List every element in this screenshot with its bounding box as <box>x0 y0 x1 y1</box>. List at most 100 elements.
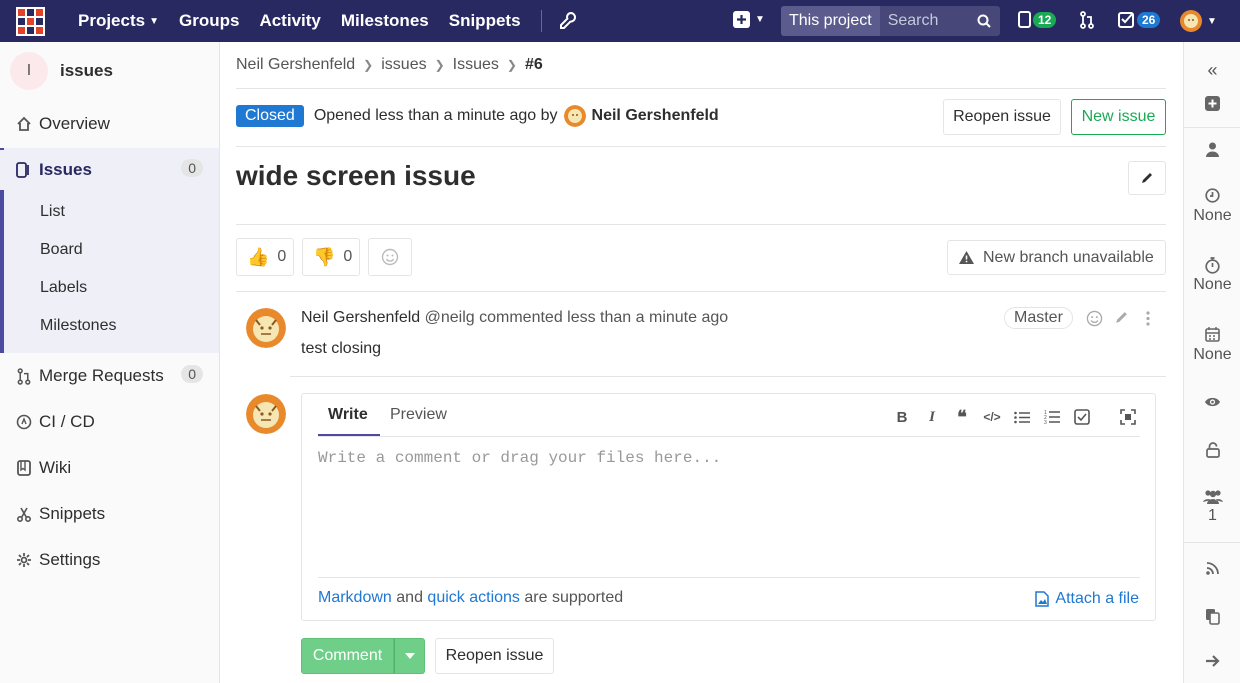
collapse-sidebar-button[interactable]: « <box>1184 60 1240 81</box>
gitlab-logo-icon[interactable] <box>16 7 45 36</box>
bold-icon[interactable]: B <box>892 407 912 427</box>
nav-milestones[interactable]: Milestones <box>341 11 429 31</box>
time-tracking-widget[interactable]: None <box>1184 257 1240 294</box>
breadcrumb-project[interactable]: issues <box>381 56 426 74</box>
opened-text: Opened less than a minute ago by <box>313 107 558 124</box>
move-issue-button[interactable] <box>1184 654 1240 668</box>
pencil-icon[interactable] <box>1114 310 1129 325</box>
labels-widget[interactable] <box>1184 396 1240 408</box>
reopen-issue-bottom-button[interactable]: Reopen issue <box>435 638 554 674</box>
sidebar-item-wiki[interactable]: Wiki <box>0 448 219 488</box>
chevron-right-icon: ❯ <box>506 58 517 72</box>
unlock-icon <box>1205 442 1220 458</box>
nav-projects[interactable]: Projects ▼ <box>78 11 159 31</box>
new-issue-button[interactable]: New issue <box>1071 99 1166 135</box>
sidebar-subitem-labels[interactable]: Labels <box>40 279 87 297</box>
sidebar-item-label: Merge Requests <box>39 366 164 385</box>
nav-merge-requests[interactable] <box>1080 11 1094 29</box>
sidebar-subitem-milestones[interactable]: Milestones <box>40 317 116 335</box>
bullet-list-icon[interactable] <box>1012 407 1032 427</box>
search-scope-badge[interactable]: This project <box>781 6 880 36</box>
numbered-list-icon[interactable]: 123 <box>1042 407 1062 427</box>
sidebar-item-issues[interactable]: Issues 0 <box>0 150 219 190</box>
milestone-widget[interactable]: None <box>1184 188 1240 225</box>
file-image-icon <box>1035 591 1050 607</box>
assignee-icon-button[interactable] <box>1184 142 1240 157</box>
add-todo-button[interactable] <box>1184 96 1240 111</box>
nav-snippets[interactable]: Snippets <box>449 11 521 31</box>
markdown-link[interactable]: Markdown <box>318 589 392 606</box>
eye-icon <box>1205 397 1220 407</box>
fullscreen-icon[interactable] <box>1118 407 1138 427</box>
rocket-icon <box>15 413 33 431</box>
note-body: test closing <box>301 340 382 357</box>
sidebar-item-overview[interactable]: Overview <box>0 104 219 144</box>
code-icon[interactable]: </> <box>982 407 1002 427</box>
quote-icon[interactable]: ❝ <box>952 407 972 427</box>
breadcrumb: Neil Gershenfeld ❯ issues ❯ Issues ❯ #6 <box>236 56 543 74</box>
copy-reference-button[interactable] <box>1184 608 1240 625</box>
new-branch-unavailable-button[interactable]: New branch unavailable <box>947 240 1166 275</box>
sidebar-item-snippets[interactable]: Snippets <box>0 494 219 534</box>
sidebar-item-label: Settings <box>39 550 101 569</box>
attach-file-link[interactable]: Attach a file <box>1035 590 1139 608</box>
search-input[interactable] <box>879 12 970 30</box>
comment-type-dropdown[interactable] <box>394 638 425 674</box>
nav-issues-counter[interactable]: 12 <box>1018 11 1057 28</box>
thumbs-up-award[interactable]: 👍 0 <box>236 238 294 276</box>
users-icon <box>1202 490 1223 504</box>
author-link[interactable]: Neil Gershenfeld <box>592 107 719 125</box>
sidebar-subitem-list[interactable]: List <box>40 203 65 221</box>
nav-activity[interactable]: Activity <box>259 11 320 31</box>
thumbs-down-award[interactable]: 👎 0 <box>302 238 360 276</box>
confidentiality-widget[interactable] <box>1184 442 1240 458</box>
comment-button[interactable]: Comment <box>301 638 394 674</box>
divider <box>236 88 1166 89</box>
new-dropdown[interactable]: ▼ <box>733 11 765 28</box>
divider <box>1184 127 1240 128</box>
nav-groups[interactable]: Groups <box>179 11 239 31</box>
edit-title-button[interactable] <box>1128 161 1166 195</box>
admin-wrench-icon[interactable] <box>559 12 576 30</box>
sidebar-item-ci-cd[interactable]: CI / CD <box>0 402 219 442</box>
sidebar-item-label: CI / CD <box>39 412 95 431</box>
tab-preview[interactable]: Preview <box>390 406 447 424</box>
task-list-icon[interactable] <box>1072 407 1092 427</box>
due-date-widget[interactable]: None <box>1184 327 1240 364</box>
divider <box>318 436 1140 437</box>
user-menu[interactable]: ▼ <box>1180 10 1217 32</box>
thumbs-down-icon: 👎 <box>313 246 336 267</box>
add-reaction-button[interactable] <box>368 238 412 276</box>
smiley-icon[interactable] <box>1086 310 1103 327</box>
nav-todos-counter[interactable]: 26 <box>1118 11 1161 28</box>
more-vertical-icon[interactable] <box>1145 310 1151 327</box>
breadcrumb-issues[interactable]: Issues <box>453 56 499 74</box>
issues-icon <box>15 161 33 179</box>
quick-actions-link[interactable]: quick actions <box>427 589 520 606</box>
comment-textarea[interactable] <box>318 449 1140 569</box>
chevron-down-icon: ▼ <box>755 14 765 25</box>
sidebar-item-merge-requests[interactable]: Merge Requests 0 <box>0 356 219 396</box>
project-header[interactable]: I issues <box>10 52 113 90</box>
plus-square-icon <box>733 11 750 28</box>
copy-icon <box>1206 609 1220 625</box>
new-branch-label: New branch unavailable <box>983 248 1154 266</box>
breadcrumb-user[interactable]: Neil Gershenfeld <box>236 56 355 74</box>
merge-request-icon <box>1080 11 1094 29</box>
author-avatar[interactable] <box>563 105 586 127</box>
comment-editor: Write Preview B I ❝ </> 123 Markdown and… <box>301 393 1156 621</box>
current-user-avatar[interactable] <box>246 394 286 434</box>
italic-icon[interactable]: I <box>922 407 942 427</box>
reopen-issue-button[interactable]: Reopen issue <box>943 99 1061 135</box>
participants-count: 1 <box>1208 507 1217 524</box>
note-author-avatar[interactable] <box>246 308 286 348</box>
tab-write[interactable]: Write <box>328 406 368 424</box>
sidebar-subitem-board[interactable]: Board <box>40 241 83 259</box>
note-author-name[interactable]: Neil Gershenfeld <box>301 309 420 326</box>
participants-widget[interactable]: 1 <box>1184 488 1240 525</box>
notifications-toggle[interactable] <box>1184 562 1240 575</box>
svg-text:3: 3 <box>1044 420 1047 424</box>
sidebar-item-settings[interactable]: Settings <box>0 540 219 580</box>
breadcrumb-current[interactable]: #6 <box>525 56 543 74</box>
and-text: and <box>396 589 423 606</box>
